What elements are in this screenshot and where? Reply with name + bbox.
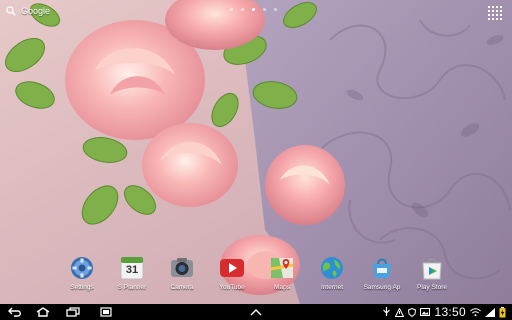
usb-icon [383, 307, 391, 316]
status-area[interactable]: 13:50 [382, 304, 506, 320]
page-dot-active [252, 8, 255, 11]
battery-charging-icon [499, 306, 506, 317]
calendar-icon: 31 [119, 255, 145, 281]
page-dot [263, 8, 266, 11]
app-label: Settings [70, 284, 94, 291]
app-label: YouTube [219, 284, 245, 291]
chevron-up-icon[interactable] [250, 308, 262, 316]
settings-icon [69, 255, 95, 281]
home-icon[interactable] [36, 307, 50, 317]
screenshot-icon[interactable] [100, 307, 112, 317]
page-dot [241, 8, 244, 11]
app-label: Samsung Ap [363, 284, 401, 291]
calendar-date: 31 [125, 264, 139, 276]
search-label: Google [21, 6, 51, 16]
search-icon [6, 6, 16, 16]
clock-time: 13:50 [434, 305, 466, 319]
app-label: S Planner [117, 284, 147, 291]
play-store-icon [419, 255, 445, 281]
samsung-apps-icon [369, 255, 395, 281]
app-label: Maps [274, 284, 290, 291]
signal-icon [485, 307, 495, 317]
image-icon [420, 308, 431, 316]
home-screen: Google Settings 31 S Planner Camera YouT… [0, 0, 512, 304]
warning-icon [395, 307, 405, 317]
app-camera[interactable]: Camera [156, 255, 208, 291]
maps-icon [269, 255, 295, 281]
wifi-icon [470, 307, 481, 316]
app-internet[interactable]: Internet [306, 255, 358, 291]
page-dot [230, 8, 233, 11]
app-youtube[interactable]: YouTube [206, 255, 258, 291]
google-search-widget[interactable]: Google [6, 6, 50, 16]
app-s-planner[interactable]: 31 S Planner [106, 255, 158, 291]
app-label: Camera [170, 284, 194, 291]
back-icon[interactable] [8, 307, 22, 317]
app-settings[interactable]: Settings [56, 255, 108, 291]
app-samsung-apps[interactable]: Samsung Ap [356, 255, 408, 291]
app-label: Internet [320, 284, 344, 291]
page-indicator [230, 8, 277, 11]
recent-apps-icon[interactable] [66, 307, 80, 317]
camera-icon [169, 255, 195, 281]
app-label: Play Store [417, 284, 447, 291]
app-play-store[interactable]: Play Store [406, 255, 458, 291]
app-maps[interactable]: Maps [256, 255, 308, 291]
shield-icon [408, 307, 417, 317]
globe-icon [319, 255, 345, 281]
system-navigation-bar: 13:50 [0, 304, 512, 320]
page-dot [274, 8, 277, 11]
youtube-icon [219, 255, 245, 281]
app-dock: Settings 31 S Planner Camera YouTube Map… [56, 255, 458, 293]
apps-grid-button[interactable] [488, 6, 502, 20]
